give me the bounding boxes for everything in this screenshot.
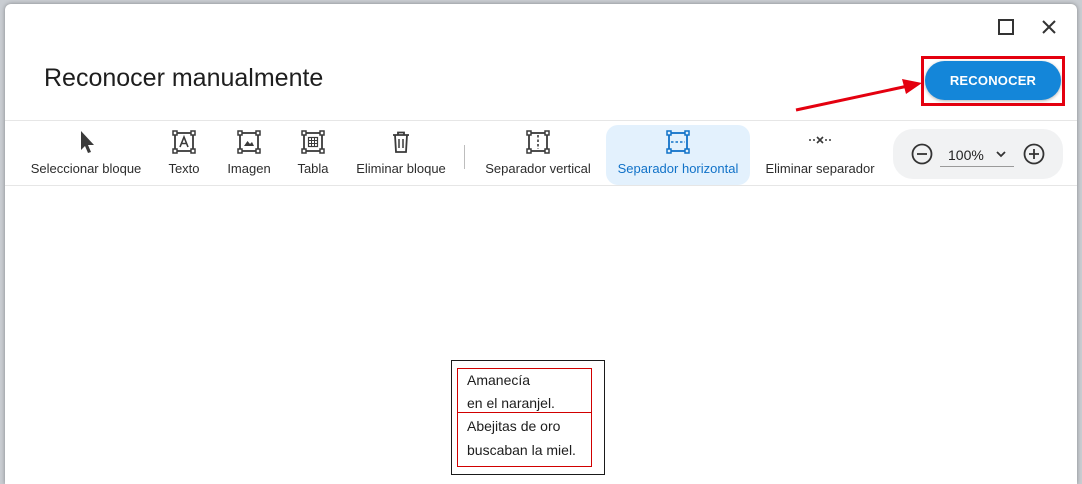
- tool-label: Tabla: [297, 161, 329, 176]
- tool-text[interactable]: Texto: [160, 125, 208, 185]
- toolbar-divider: [464, 145, 465, 169]
- tool-table[interactable]: Tabla: [290, 125, 336, 185]
- zoom-level-value: 100%: [948, 146, 984, 163]
- cursor-arrow-icon: [81, 131, 94, 153]
- tool-horizontal-separator[interactable]: Separador horizontal: [606, 125, 750, 185]
- zoom-out-button[interactable]: [909, 141, 935, 167]
- tool-label: Texto: [168, 161, 200, 176]
- tool-label: Eliminar separador: [765, 161, 875, 176]
- tool-label: Seleccionar bloque: [30, 161, 142, 176]
- dialog-title: Reconocer manualmente: [44, 64, 324, 92]
- tool-select-block[interactable]: Seleccionar bloque: [25, 125, 147, 185]
- maximize-icon: [998, 19, 1014, 35]
- zoom-out-icon: [911, 143, 933, 165]
- screen-backdrop: Reconocer manualmente RECONOCER Seleccio…: [0, 0, 1082, 484]
- chevron-down-icon: [996, 151, 1006, 158]
- text-block-icon: [172, 130, 196, 154]
- tool-image[interactable]: Imagen: [223, 125, 275, 185]
- horizontal-separator-icon: [666, 130, 690, 154]
- tool-label: Eliminar bloque: [356, 161, 446, 176]
- document-text-line: Abejitas de oro: [467, 418, 561, 434]
- vertical-separator-icon: [526, 130, 550, 154]
- annotation-arrow-icon: [795, 79, 922, 112]
- document-page: Amanecía en el naranjel. Abejitas de oro…: [451, 360, 605, 475]
- zoom-level-select[interactable]: 100%: [940, 143, 1014, 167]
- toolbar: Seleccionar bloque Texto Imagen Tabla El…: [5, 120, 1077, 186]
- document-text-line: buscaban la miel.: [467, 442, 576, 458]
- zoom-in-icon: [1023, 143, 1045, 165]
- trash-icon: [393, 131, 409, 153]
- recognize-dialog: Reconocer manualmente RECONOCER Seleccio…: [5, 4, 1077, 484]
- recognize-button[interactable]: RECONOCER: [925, 61, 1061, 100]
- close-icon: [1042, 20, 1056, 34]
- remove-separator-icon: [809, 136, 831, 144]
- document-canvas[interactable]: Amanecía en el naranjel. Abejitas de oro…: [5, 187, 1077, 484]
- tool-remove-separator[interactable]: Eliminar separador: [761, 125, 879, 185]
- tool-label: Imagen: [227, 161, 271, 176]
- zoom-in-button[interactable]: [1021, 141, 1047, 167]
- image-block-icon: [237, 130, 261, 154]
- tool-label: Separador vertical: [485, 161, 591, 176]
- zoom-control: 100%: [893, 129, 1063, 179]
- tool-label: Separador horizontal: [617, 161, 739, 176]
- table-block-icon: [301, 130, 325, 154]
- tool-delete-block[interactable]: Eliminar bloque: [351, 125, 451, 185]
- close-button[interactable]: [1034, 12, 1064, 42]
- document-text-line: Amanecía: [467, 372, 531, 388]
- document-text-line: en el naranjel.: [467, 395, 555, 411]
- maximize-button[interactable]: [991, 12, 1021, 42]
- tool-vertical-separator[interactable]: Separador vertical: [479, 125, 597, 185]
